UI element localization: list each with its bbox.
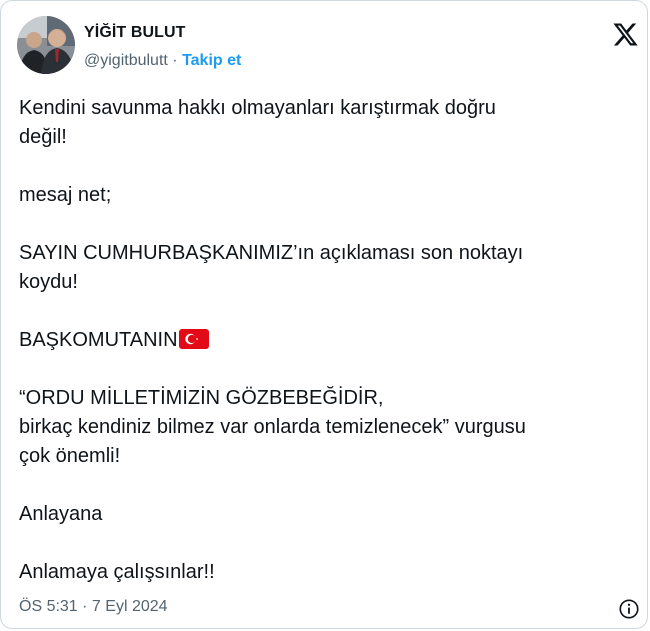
tweet-line: Anlamaya çalışsınlar!!	[19, 561, 215, 583]
tweet-card: YİĞİT BULUT @yigitbulutt · Takip et Kend…	[0, 0, 648, 629]
turkey-flag-icon	[178, 329, 209, 349]
tweet-line: Kendini savunma hakkı olmayanları karışt…	[19, 97, 496, 119]
author-handle[interactable]: @yigitbulutt	[84, 52, 168, 69]
author-name[interactable]: YİĞİT BULUT	[84, 24, 186, 42]
tweet-line: mesaj net;	[19, 184, 112, 206]
tweet-line: BAŞKOMUTANIN	[19, 329, 178, 351]
tweet-line: değil!	[19, 126, 67, 148]
timestamp[interactable]: ÖS 5:31 · 7 Eyl 2024	[19, 598, 168, 616]
tweet-line: koydu!	[19, 271, 78, 293]
tweet-text: Kendini savunma hakkı olmayanları karışt…	[19, 94, 634, 587]
avatar-photo-icon	[17, 16, 75, 74]
avatar[interactable]	[17, 16, 75, 74]
tweet-line: birkaç kendiniz bilmez var onlarda temiz…	[19, 416, 526, 438]
handle-separator: ·	[167, 52, 183, 69]
tweet-line-with-flag: BAŞKOMUTANIN	[19, 326, 634, 355]
tweet-line: SAYIN CUMHURBAŞKANIMIZ’ın açıklaması son…	[19, 242, 524, 264]
x-logo-icon[interactable]	[612, 21, 639, 48]
tweet-line: Anlayana	[19, 503, 103, 525]
tweet-line: çok önemli!	[19, 445, 121, 467]
tweet-line: “ORDU MİLLETİMİZİN GÖZBEBEĞİDİR,	[19, 387, 384, 409]
info-icon[interactable]	[618, 598, 640, 620]
follow-button[interactable]: Takip et	[182, 52, 241, 69]
author-handle-row: @yigitbulutt · Takip et	[84, 52, 241, 70]
